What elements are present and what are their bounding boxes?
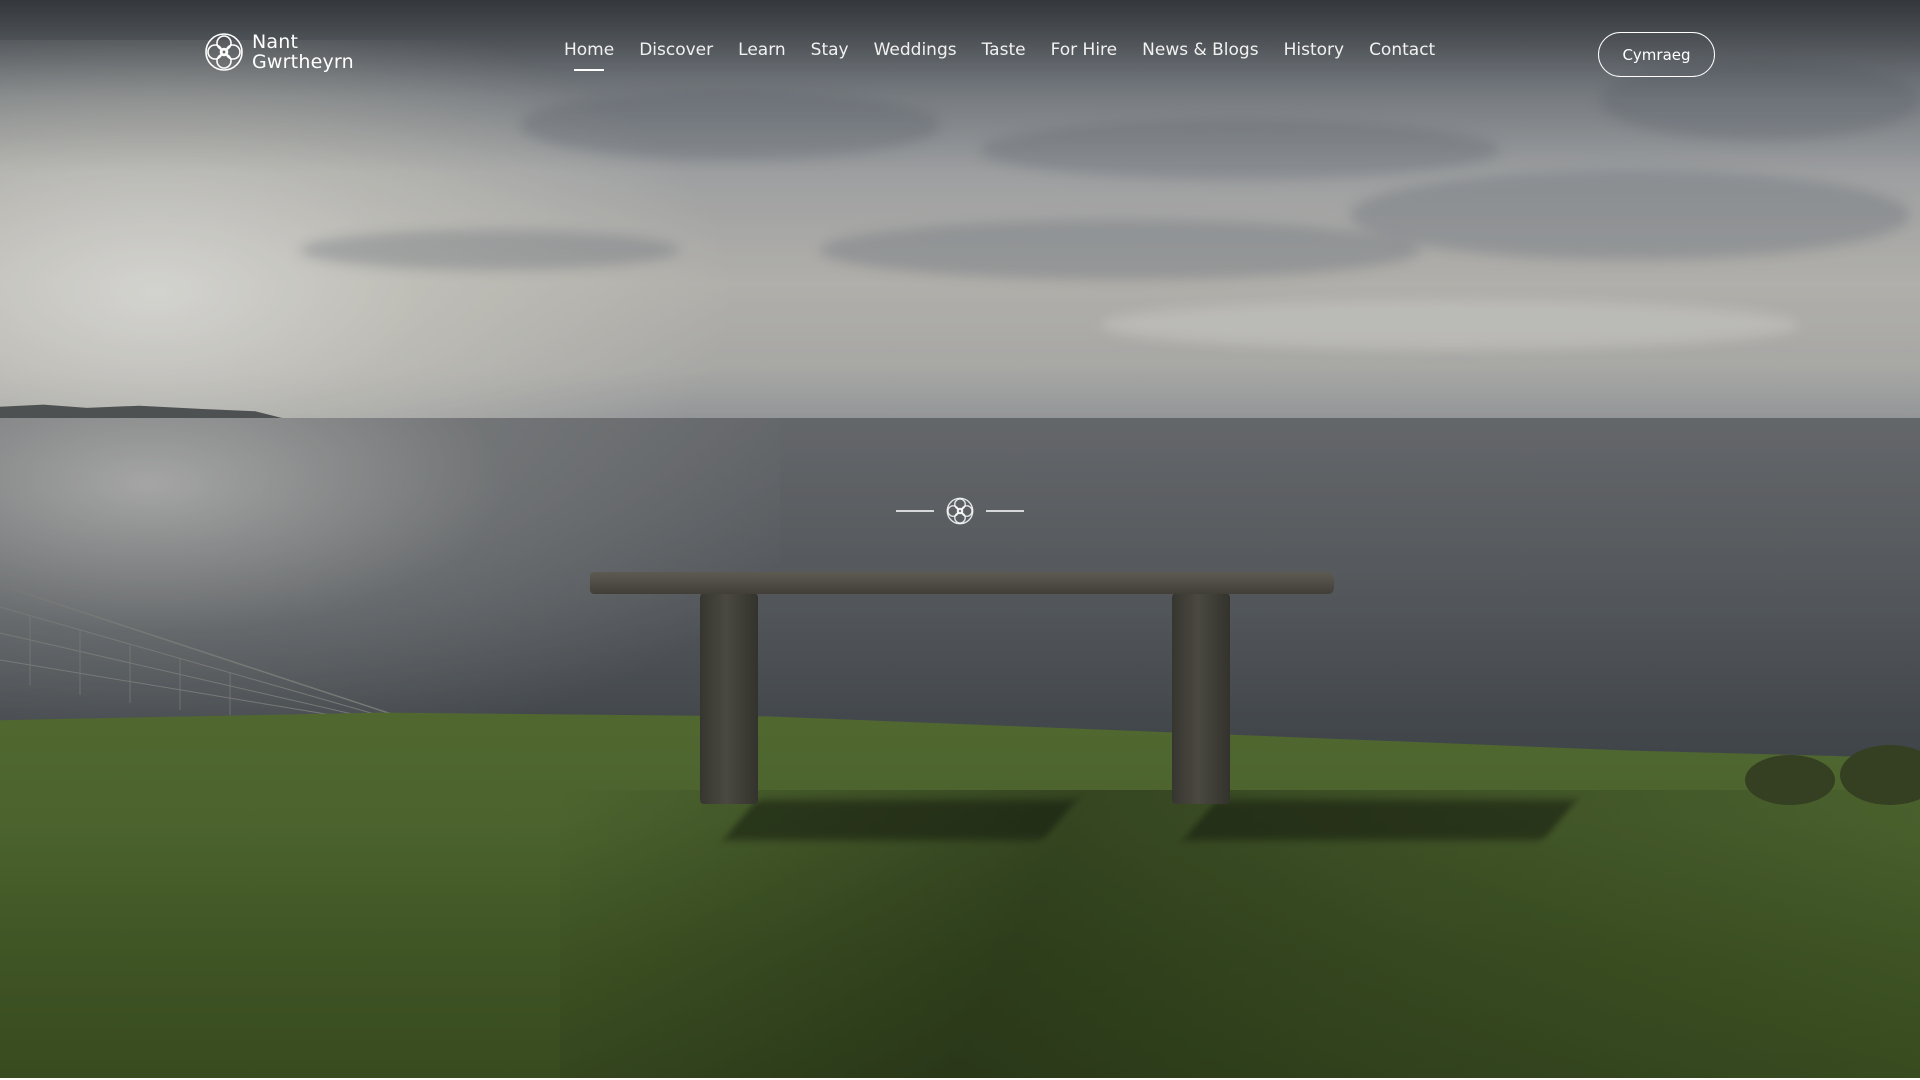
hero-top-shade: [0, 0, 1920, 1080]
site-header: Nant Gwrtheyrn Home Discover Learn Stay …: [0, 0, 1920, 108]
logo-line-2: Gwrtheyrn: [252, 51, 354, 73]
nav-item-discover[interactable]: Discover: [639, 40, 713, 60]
logo-wordmark: Nant Gwrtheyrn: [252, 32, 354, 72]
celtic-knot-icon: [205, 33, 243, 71]
hero-emblem: [896, 493, 1024, 529]
hero-image: [0, 0, 1920, 1080]
nav-item-taste[interactable]: Taste: [982, 40, 1026, 60]
nav-item-history[interactable]: History: [1284, 40, 1344, 60]
celtic-knot-icon: [946, 497, 974, 525]
nav-item-news-blogs[interactable]: News & Blogs: [1142, 40, 1258, 60]
site-logo[interactable]: Nant Gwrtheyrn: [204, 32, 354, 72]
nav-item-learn[interactable]: Learn: [738, 40, 786, 60]
main-nav: Home Discover Learn Stay Weddings Taste …: [564, 40, 1435, 71]
emblem-divider-left: [896, 510, 934, 512]
nav-item-home[interactable]: Home: [564, 40, 614, 71]
emblem-divider-right: [986, 510, 1024, 512]
nav-item-contact[interactable]: Contact: [1369, 40, 1435, 60]
logo-line-1: Nant: [252, 31, 299, 53]
nav-item-stay[interactable]: Stay: [811, 40, 849, 60]
nav-item-for-hire[interactable]: For Hire: [1051, 40, 1118, 60]
nav-item-weddings[interactable]: Weddings: [874, 40, 957, 60]
language-toggle-button[interactable]: Cymraeg: [1598, 32, 1715, 77]
